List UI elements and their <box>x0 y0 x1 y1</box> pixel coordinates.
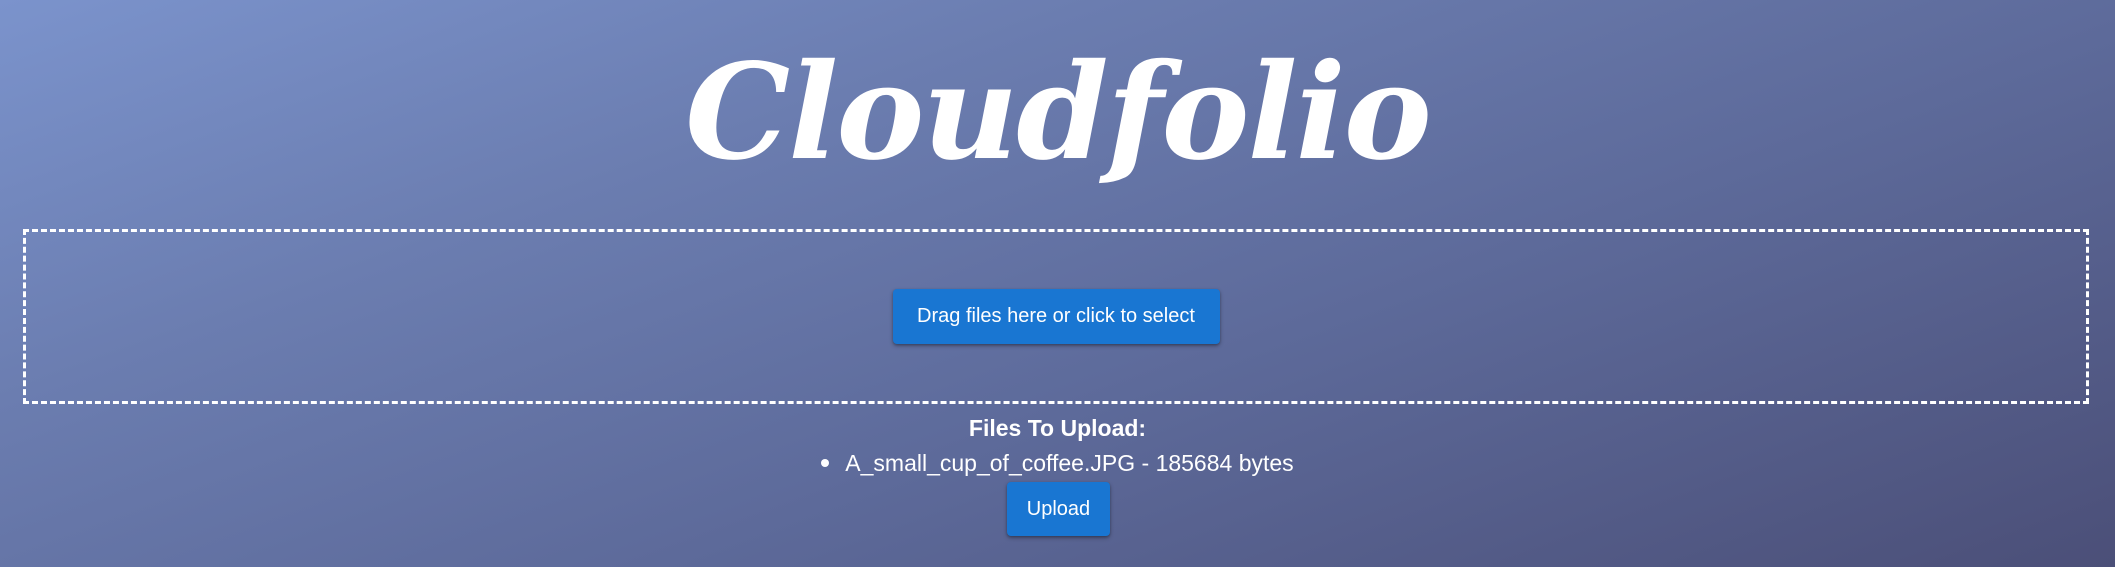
upload-button[interactable]: Upload <box>1007 482 1110 536</box>
list-item: A_small_cup_of_coffee.JPG - 185684 bytes <box>821 449 1294 477</box>
bullet-icon <box>821 459 830 467</box>
logo: Cloudfolio <box>685 35 1432 190</box>
files-to-upload-heading: Files To Upload: <box>968 415 1147 441</box>
select-files-button[interactable]: Drag files here or click to select <box>892 289 1220 344</box>
file-name: A_small_cup_of_coffee.JPG <box>845 450 1136 476</box>
file-separator: - <box>1135 450 1156 476</box>
file-size: 185684 bytes <box>1155 450 1294 476</box>
file-dropzone[interactable]: Drag files here or click to select <box>23 229 2089 404</box>
file-list: A_small_cup_of_coffee.JPG - 185684 bytes <box>0 449 2115 477</box>
